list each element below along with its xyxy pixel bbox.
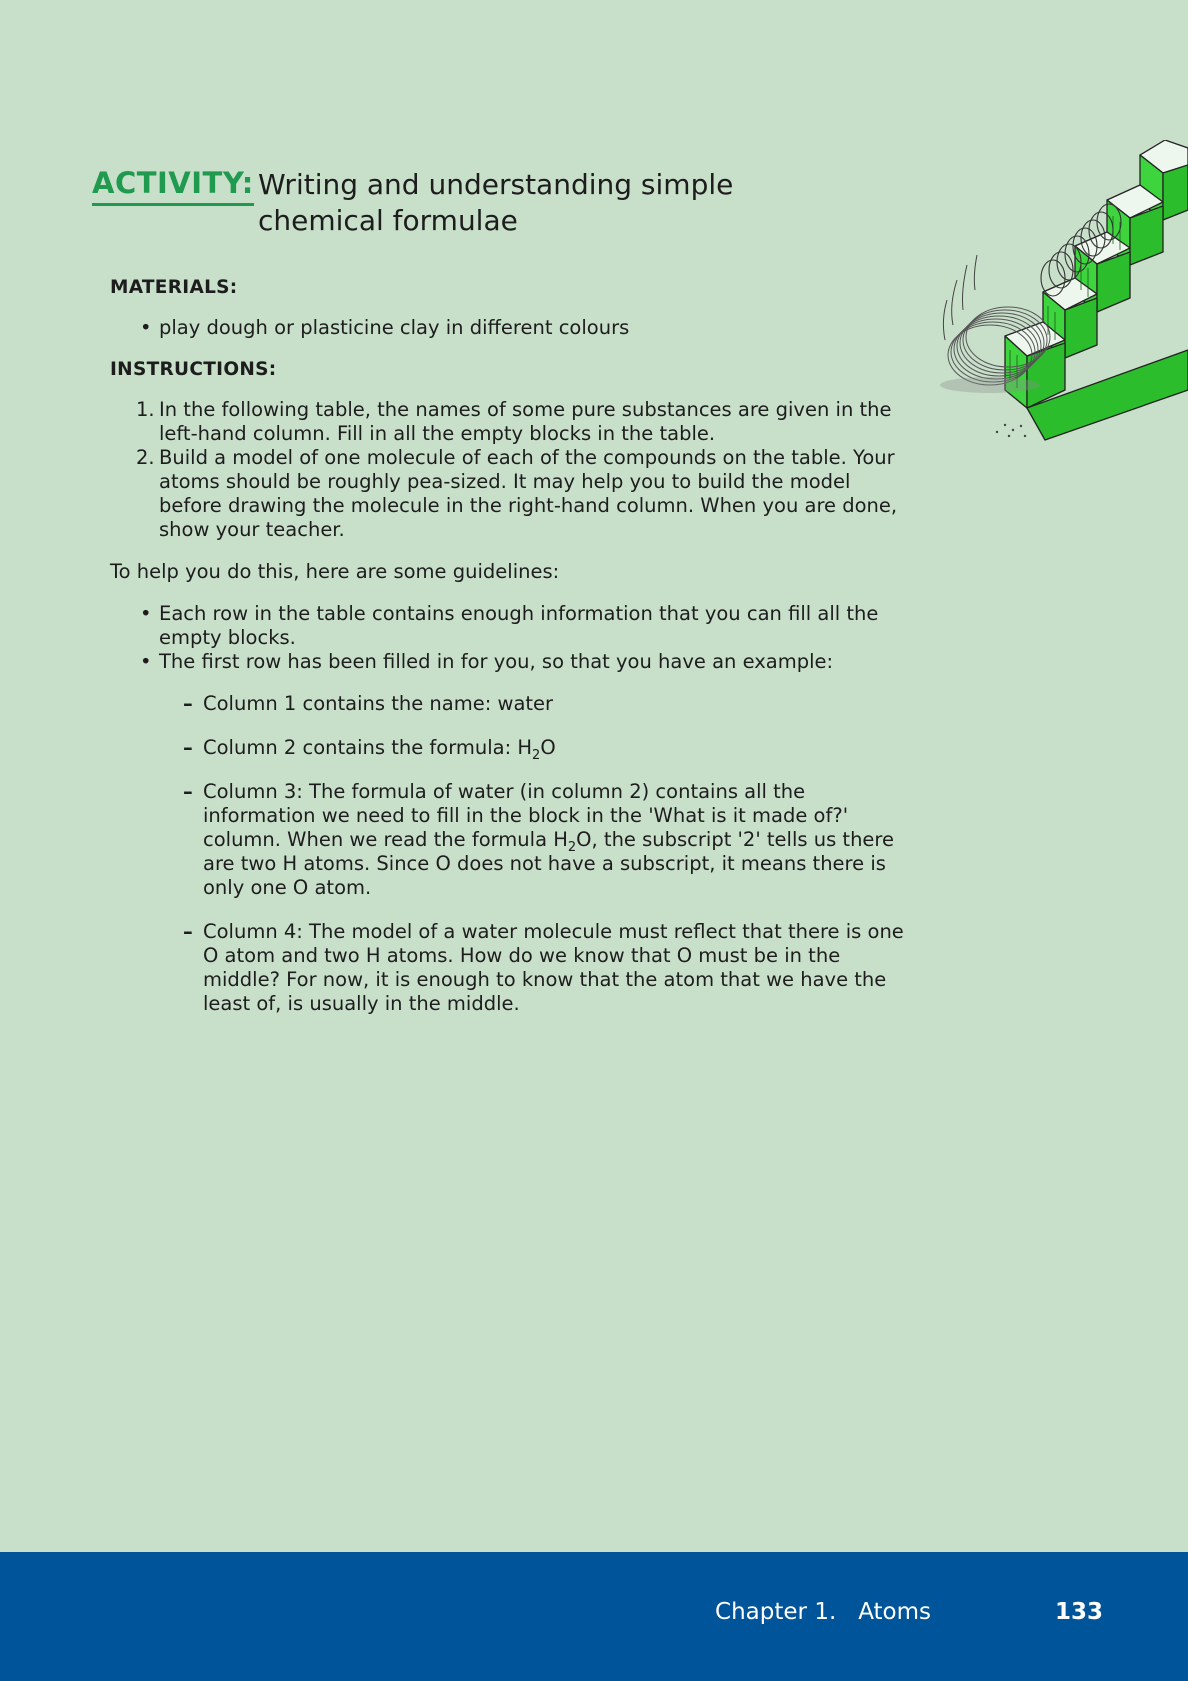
guideline-item: Each row in the table contains enough in… — [140, 602, 910, 650]
guideline-item: The first row has been filled in for you… — [140, 650, 910, 674]
column-4-text: Column 4: The model of a water molecule … — [203, 920, 904, 1015]
step-number: 1. — [136, 398, 155, 421]
column-4-explanation: Column 4: The model of a water molecule … — [183, 920, 910, 1016]
materials-item: play dough or plasticine clay in differe… — [140, 316, 910, 340]
step-number: 2. — [136, 446, 155, 469]
activity-title: Writing and understanding simple chemica… — [258, 168, 734, 237]
page-number: 133 — [1055, 1599, 1104, 1625]
column-explanations: Column 1 contains the name: water Column… — [183, 692, 910, 1016]
slinky-stairs-illustration — [935, 139, 1188, 470]
column-2-text-a: Column 2 contains the formula: H — [203, 736, 533, 759]
column-2-explanation: Column 2 contains the formula: H2O — [183, 736, 910, 762]
slinky-stairs-image — [940, 139, 1188, 441]
column-2-text-b: O — [540, 736, 556, 759]
materials-list: play dough or plasticine clay in differe… — [140, 316, 910, 340]
instructions-list: 1. In the following table, the names of … — [136, 398, 910, 542]
page-footer: Chapter 1. Atoms 133 — [0, 1552, 1188, 1681]
step-text: Build a model of one molecule of each of… — [159, 446, 898, 541]
textbook-page: ACTIVITY: Writing and understanding simp… — [0, 0, 1188, 1681]
chapter-label: Chapter 1. Atoms — [715, 1599, 931, 1625]
materials-heading: MATERIALS: — [110, 277, 238, 298]
guidelines-intro: To help you do this, here are some guide… — [110, 560, 560, 583]
instruction-step: 2. Build a model of one molecule of each… — [136, 446, 910, 542]
instruction-step: 1. In the following table, the names of … — [136, 398, 910, 446]
column-1-explanation: Column 1 contains the name: water — [183, 692, 910, 716]
column-1-text: Column 1 contains the name: water — [203, 692, 554, 715]
guidelines-list: Each row in the table contains enough in… — [140, 602, 910, 674]
column-3-explanation: Column 3: The formula of water (in colum… — [183, 780, 910, 900]
activity-label: ACTIVITY: — [92, 166, 254, 206]
instructions-heading: INSTRUCTIONS: — [110, 359, 277, 380]
step-text: In the following table, the names of som… — [159, 398, 892, 445]
activity-body: MATERIALS: play dough or plasticine clay… — [110, 276, 910, 1036]
